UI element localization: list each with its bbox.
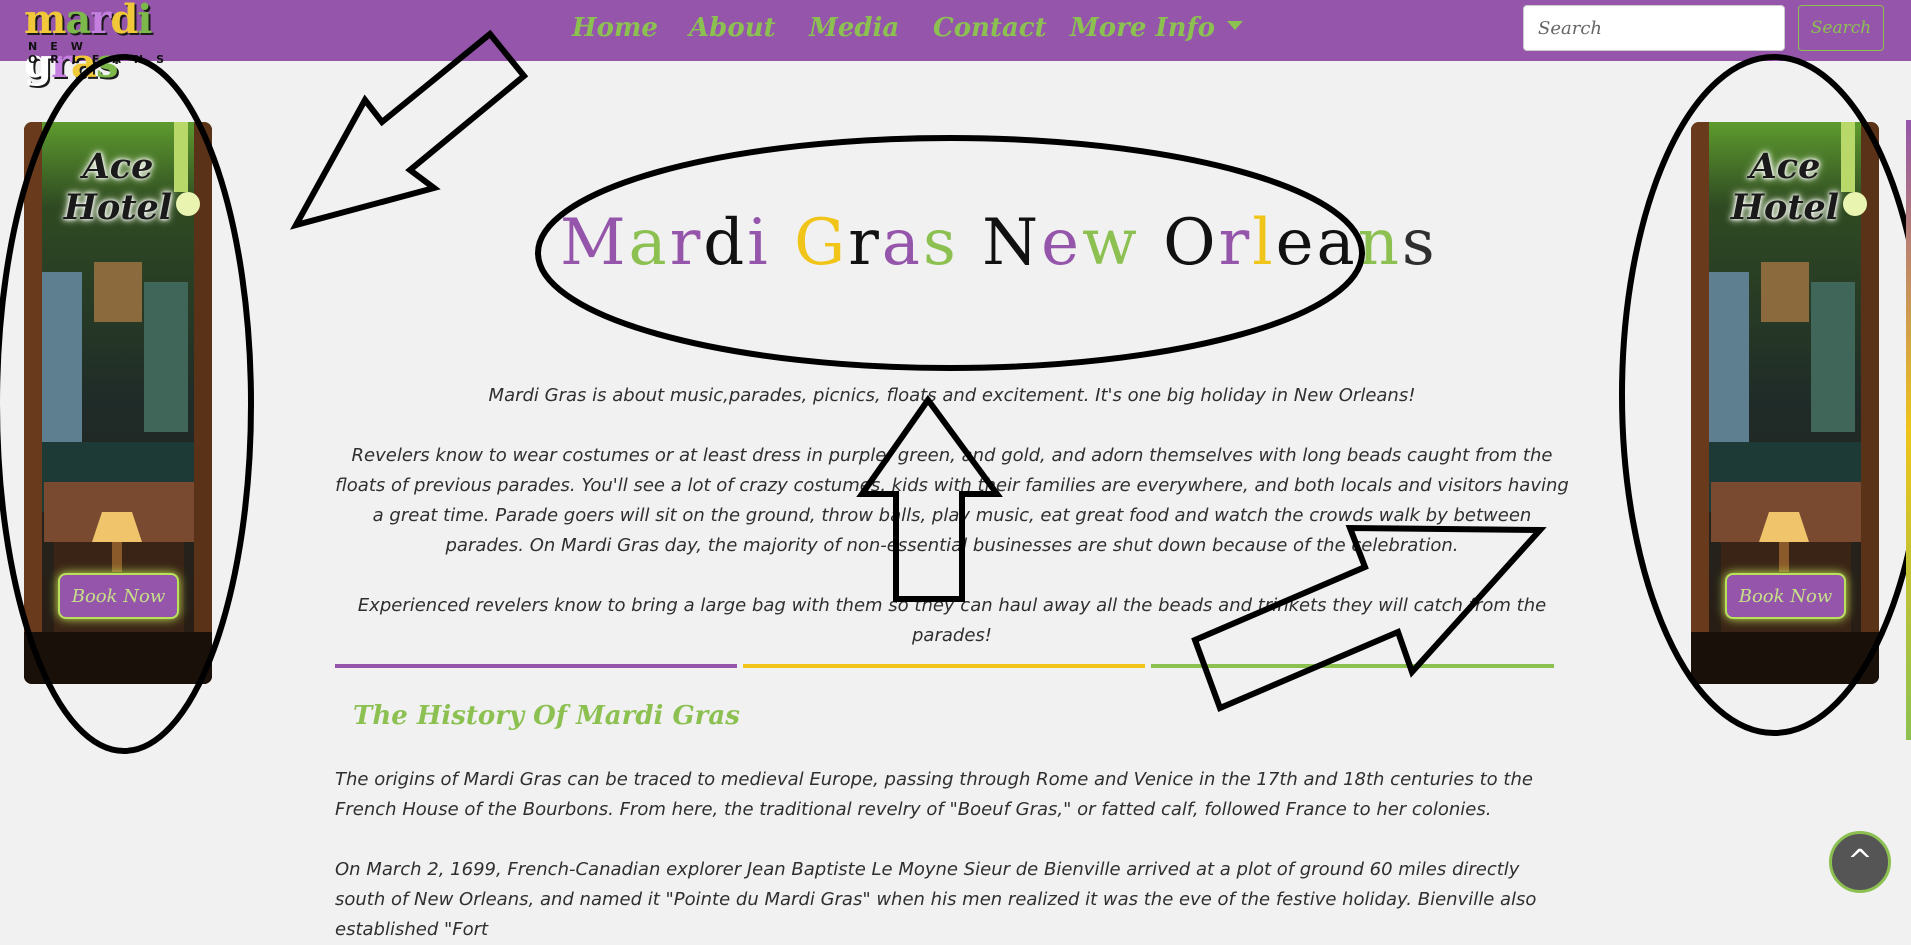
scroll-accent <box>1906 120 1911 740</box>
nav-about[interactable]: About <box>689 10 776 46</box>
title-letter: i <box>747 206 771 280</box>
title-letter: r <box>669 206 704 280</box>
nav-contact[interactable]: Contact <box>933 10 1047 46</box>
logo-letter: a <box>65 0 91 43</box>
history-paragraph: The origins of Mardi Gras can be traced … <box>335 769 1533 820</box>
navbar: mardi gras NEW ORLEANS Home About Media … <box>0 0 1911 86</box>
divider-green <box>1151 664 1554 668</box>
title-letter: a <box>881 206 923 280</box>
caret-down-icon <box>1227 20 1244 30</box>
hotel-ad-left[interactable]: Ace Hotel Book Now <box>24 122 212 684</box>
title-letter: d <box>703 206 748 280</box>
search-button[interactable]: Search <box>1798 5 1884 51</box>
title-letter: w <box>1082 206 1140 280</box>
experienced-paragraph: Experienced revelers know to bring a lar… <box>357 595 1547 646</box>
history-paragraph: On March 2, 1699, French-Canadian explor… <box>335 859 1537 940</box>
arrow-icon <box>289 29 529 230</box>
logo-subtitle: NEW ORLEANS <box>28 40 177 66</box>
book-now-button[interactable]: Book Now <box>58 573 179 619</box>
logo-letter: d <box>110 0 138 43</box>
title-letter: l <box>1252 206 1276 280</box>
title-letter: e <box>1275 206 1317 280</box>
title-letter: a <box>1316 206 1358 280</box>
intro-paragraph: Mardi Gras is about music,parades, picni… <box>488 385 1416 406</box>
title-letter: N <box>982 206 1042 280</box>
title-letter: O <box>1163 206 1219 280</box>
title-letter: r <box>1218 206 1253 280</box>
nav-media[interactable]: Media <box>809 10 899 46</box>
nav-more-info[interactable]: More Info <box>1070 10 1244 46</box>
title-letter <box>771 206 794 280</box>
logo-letter: m <box>24 0 66 43</box>
book-now-button[interactable]: Book Now <box>1725 573 1846 619</box>
title-letter: a <box>628 206 670 280</box>
search-input[interactable] <box>1523 5 1785 51</box>
history-heading: The History Of Mardi Gras <box>353 701 740 731</box>
title-letter: G <box>794 206 849 280</box>
title-letter <box>1140 206 1163 280</box>
ad-title: Ace Hotel <box>63 146 173 228</box>
title-letter: M <box>560 206 629 280</box>
ad-title: Ace Hotel <box>1730 146 1840 228</box>
site-logo[interactable]: mardi gras NEW ORLEANS <box>24 0 239 86</box>
title-letter: s <box>922 206 959 280</box>
title-letter: n <box>1357 206 1402 280</box>
title-letter: s <box>1401 206 1438 280</box>
divider-purple <box>335 664 737 668</box>
back-to-top-button[interactable]: ^ <box>1829 831 1891 893</box>
page-title: Mardi Gras New Orleans <box>560 203 1435 283</box>
nav-more-info-label: More Info <box>1070 13 1216 43</box>
title-letter: e <box>1041 206 1082 280</box>
logo-letter: i <box>137 0 152 43</box>
title-letter: r <box>848 206 882 280</box>
nav-home[interactable]: Home <box>572 10 658 46</box>
divider-gold <box>743 664 1145 668</box>
logo-letter: r <box>90 0 111 43</box>
revelers-paragraph: Revelers know to wear costumes or at lea… <box>335 445 1569 556</box>
title-letter <box>959 206 982 280</box>
hotel-ad-right[interactable]: Ace Hotel Book Now <box>1691 122 1879 684</box>
